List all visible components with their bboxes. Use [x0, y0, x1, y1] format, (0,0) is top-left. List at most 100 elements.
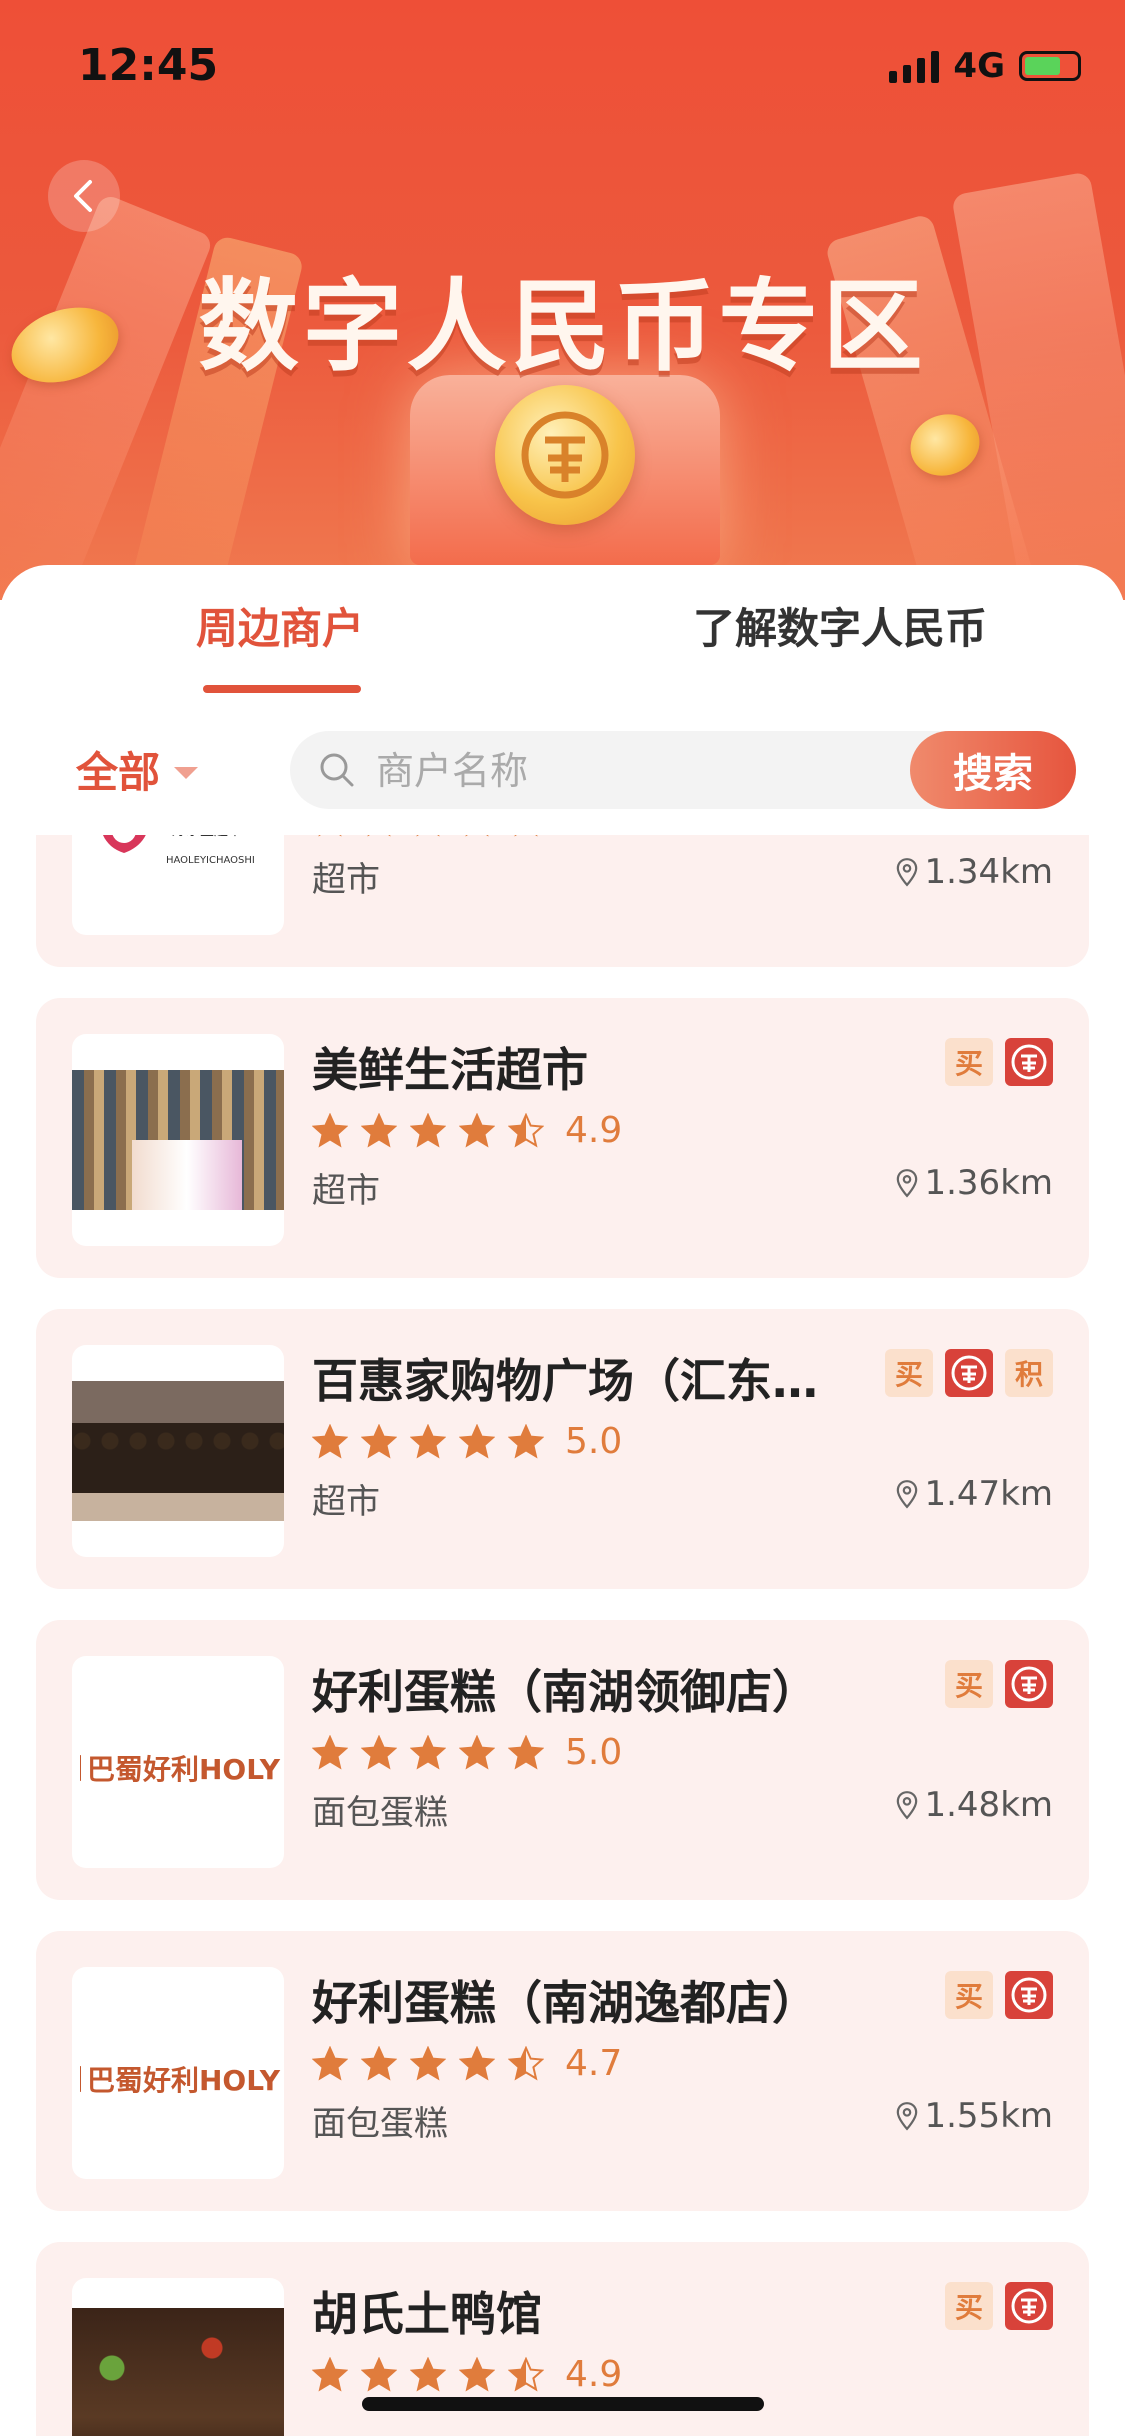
star-full-icon — [361, 2045, 397, 2080]
star-full-icon — [459, 1112, 495, 1147]
digital-rmb-badge — [1005, 2282, 1053, 2330]
merchant-card[interactable]: 巴蜀好利HOLY 好利蛋糕（南湖逸都店） 4.7 面包蛋糕 1.55km 买 — [36, 1931, 1089, 2211]
merchant-thumbnail: 好乐宜 好乐宜超市 HAOLEYICHAOSHI — [72, 835, 284, 935]
rating-value: 5.0 — [565, 1421, 623, 1462]
distance-value: 1.36km — [924, 1163, 1053, 1203]
merchant-thumbnail — [72, 1345, 284, 1557]
star-full-icon — [312, 2045, 348, 2080]
merchant-badges: 买 — [945, 2282, 1053, 2330]
digital-rmb-badge — [1005, 1038, 1053, 1086]
tab-learn-digital-rmb[interactable]: 了解数字人民币 — [640, 595, 1040, 656]
merchant-thumbnail: 巴蜀好利HOLY — [72, 1967, 284, 2179]
holy-logo-mark — [80, 1755, 81, 1781]
merchant-thumbnail: 巴蜀好利HOLY — [72, 1656, 284, 1868]
rating-value: 4.9 — [565, 2354, 623, 2395]
filter-row: 全部 搜索 — [0, 725, 1125, 815]
star-full-icon — [361, 1734, 397, 1769]
star-half-icon — [508, 2045, 544, 2080]
rating-value: 4.7 — [565, 2043, 623, 2084]
merchant-name: 胡氏土鸭馆 — [312, 2287, 542, 2341]
merchant-distance: 1.34km — [896, 852, 1053, 892]
rating-value: 5.0 — [565, 1732, 623, 1773]
distance-value: 1.47km — [924, 1474, 1053, 1514]
header-banner: 数字人民币专区 12:45 4G — [0, 0, 1125, 600]
star-full-icon — [361, 1423, 397, 1458]
star-full-icon — [410, 2045, 446, 2080]
merchant-card[interactable]: 美鲜生活超市 4.9 超市 1.36km 买 — [36, 998, 1089, 1278]
battery-charging-icon — [1019, 51, 1081, 81]
rating-stars: 5.0 — [312, 1421, 622, 1462]
search-box: 搜索 — [290, 731, 1076, 809]
digital-rmb-icon — [1011, 1044, 1047, 1080]
supermarket-photo — [72, 1070, 284, 1210]
merchant-card[interactable]: 百惠家购物广场（汇东… 5.0 超市 1.47km 买积 — [36, 1309, 1089, 1589]
home-indicator — [362, 2397, 764, 2411]
tab-nearby-merchants[interactable]: 周边商户 — [130, 595, 430, 656]
network-type: 4G — [953, 46, 1005, 86]
star-full-icon — [361, 1112, 397, 1147]
star-full-icon — [514, 835, 538, 836]
holy-logo-text: 巴蜀好利HOLY — [87, 2064, 280, 2097]
search-input[interactable] — [374, 743, 778, 799]
merchant-distance: 1.55km — [896, 2096, 1053, 2136]
merchant-list: 好乐宜好乐宜超市HAOLEYICHAOSHI 5.0 超市 1.34km 美鲜生活超市 4… — [0, 835, 1125, 2436]
merchant-category: 超市 — [312, 1171, 380, 1211]
buy-badge: 买 — [945, 1038, 993, 1086]
rating-value: 4.9 — [565, 1110, 623, 1151]
location-pin-icon — [897, 1480, 918, 1509]
category-label: 全部 — [76, 748, 161, 797]
star-full-icon — [459, 1423, 495, 1458]
location-pin-icon — [897, 2102, 918, 2131]
star-full-icon — [410, 1112, 446, 1147]
merchant-thumbnail — [72, 1034, 284, 1246]
merchant-badges: 买 — [945, 1038, 1053, 1086]
star-full-icon — [508, 1423, 544, 1458]
digital-rmb-icon — [1011, 1666, 1047, 1702]
digital-rmb-icon — [1011, 2288, 1047, 2324]
rating-value: 5.0 — [565, 835, 622, 840]
digital-rmb-badge — [1005, 1971, 1053, 2019]
rating-stars: 4.9 — [312, 1110, 622, 1151]
star-full-icon — [410, 1423, 446, 1458]
merchant-name: 好利蛋糕（南湖逸都店） — [312, 1976, 818, 2030]
caret-down-icon — [174, 766, 199, 779]
cellular-signal-icon — [889, 49, 940, 83]
merchant-distance: 1.47km — [896, 1474, 1053, 1514]
digital-rmb-badge — [945, 1349, 993, 1397]
holy-bakery-logo: 巴蜀好利HOLY — [80, 2059, 280, 2099]
holy-bakery-logo: 巴蜀好利HOLY — [80, 1748, 280, 1788]
distance-value: 1.48km — [924, 1785, 1053, 1825]
buy-badge: 买 — [945, 2282, 993, 2330]
merchant-card[interactable]: 好乐宜好乐宜超市HAOLEYICHAOSHI5.0超市1.34km — [36, 835, 1089, 967]
buy-badge: 买 — [945, 1660, 993, 1708]
merchant-panel: 周边商户 了解数字人民币 全部 搜索 好乐宜好乐宜超市HAOLEYICHAOSH… — [0, 565, 1125, 2436]
star-full-icon — [459, 2045, 495, 2080]
category-dropdown[interactable]: 全部 — [76, 739, 199, 800]
star-full-icon — [367, 835, 391, 836]
haoleyi-logo: 好乐宜好乐宜超市HAOLEYICHAOSHI — [103, 835, 255, 866]
digital-rmb-badge — [1005, 1660, 1053, 1708]
merchant-distance: 1.48km — [896, 1785, 1053, 1825]
search-button[interactable]: 搜索 — [910, 731, 1076, 809]
star-full-icon — [410, 1734, 446, 1769]
star-full-icon — [459, 1734, 495, 1769]
merchant-category: 超市 — [312, 1482, 380, 1522]
star-half-icon — [508, 2356, 544, 2391]
status-time: 12:45 — [78, 40, 219, 91]
star-full-icon — [459, 2356, 495, 2391]
star-full-icon — [312, 1423, 348, 1458]
holy-logo-mark — [80, 2066, 81, 2092]
back-button[interactable] — [48, 160, 120, 232]
merchant-name: 美鲜生活超市 — [312, 1043, 588, 1097]
star-full-icon — [318, 835, 342, 836]
merchant-badges: 买 — [945, 1971, 1053, 2019]
buy-badge: 买 — [885, 1349, 933, 1397]
star-full-icon — [312, 2356, 348, 2391]
rating-stars: 5.0 — [312, 835, 622, 840]
merchant-category: 面包蛋糕 — [312, 1793, 448, 1833]
star-full-icon — [410, 2356, 446, 2391]
distance-value: 1.55km — [924, 2096, 1053, 2136]
star-half-icon — [508, 1112, 544, 1147]
location-pin-icon — [897, 1169, 918, 1198]
merchant-card[interactable]: 巴蜀好利HOLY 好利蛋糕（南湖领御店） 5.0 面包蛋糕 1.48km 买 — [36, 1620, 1089, 1900]
